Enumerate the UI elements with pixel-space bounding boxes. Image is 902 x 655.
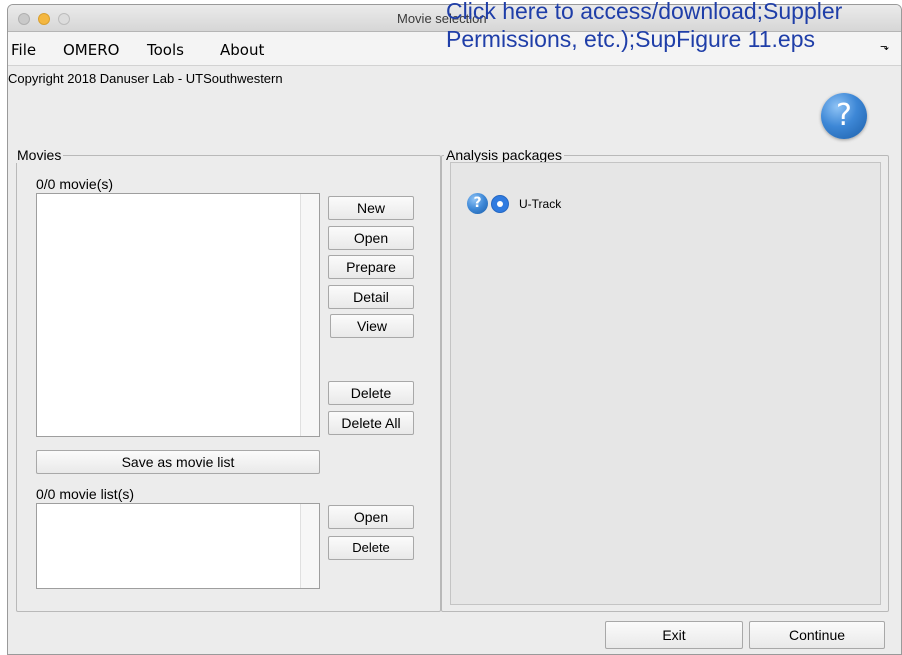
zoom-window-button[interactable] bbox=[58, 13, 70, 25]
save-as-movie-list-button[interactable]: Save as movie list bbox=[36, 450, 320, 474]
utrack-help-icon[interactable]: ? bbox=[467, 193, 488, 214]
download-link-line2[interactable]: Permissions, etc.);SupFigure 11.eps bbox=[446, 26, 815, 53]
delete-movie-button[interactable]: Delete bbox=[328, 381, 414, 405]
movie-selection-window: Movie selection File OMERO Tools About C… bbox=[7, 4, 902, 655]
menu-tools[interactable]: Tools bbox=[147, 41, 184, 59]
menu-about[interactable]: About bbox=[220, 41, 264, 59]
utrack-radio-button[interactable] bbox=[491, 195, 509, 213]
movie-list-scrollbar[interactable] bbox=[300, 194, 319, 436]
copyright-text: Copyright 2018 Danuser Lab - UTSouthwest… bbox=[8, 71, 283, 86]
exit-button[interactable]: Exit bbox=[605, 621, 743, 649]
download-link-line1[interactable]: Click here to access/download;Suppler bbox=[446, 0, 842, 25]
utrack-label: U-Track bbox=[519, 197, 562, 211]
minimize-window-button[interactable] bbox=[38, 13, 50, 25]
view-movie-button[interactable]: View bbox=[330, 314, 414, 338]
menu-file[interactable]: File bbox=[11, 41, 36, 59]
open-movie-list-button[interactable]: Open bbox=[328, 505, 414, 529]
prepare-movie-button[interactable]: Prepare bbox=[328, 255, 414, 279]
movies-panel: Movies 0/0 movie(s) New Open Prepare Det… bbox=[15, 147, 441, 612]
menu-omero[interactable]: OMERO bbox=[63, 41, 119, 59]
delete-all-movies-button[interactable]: Delete All bbox=[328, 411, 414, 435]
movie-list-list-scrollbar[interactable] bbox=[300, 504, 319, 588]
movie-listbox[interactable] bbox=[36, 193, 320, 437]
continue-button[interactable]: Continue bbox=[749, 621, 885, 649]
open-movie-button[interactable]: Open bbox=[328, 226, 414, 250]
close-window-button[interactable] bbox=[18, 13, 30, 25]
movie-list-count: 0/0 movie list(s) bbox=[36, 486, 135, 502]
help-icon[interactable]: ? bbox=[821, 93, 867, 139]
movie-list-listbox[interactable] bbox=[36, 503, 320, 589]
movie-count: 0/0 movie(s) bbox=[36, 176, 114, 192]
detail-movie-button[interactable]: Detail bbox=[328, 285, 414, 309]
delete-movie-list-button[interactable]: Delete bbox=[328, 536, 414, 560]
new-movie-button[interactable]: New bbox=[328, 196, 414, 220]
analysis-packages-area: ? U-Track bbox=[450, 162, 881, 605]
movies-panel-title: Movies bbox=[15, 147, 64, 163]
download-arrow-icon: ⬎ bbox=[880, 41, 890, 53]
analysis-packages-panel: Analysis packages ? U-Track bbox=[441, 147, 889, 612]
analysis-panel-title: Analysis packages bbox=[444, 147, 564, 163]
